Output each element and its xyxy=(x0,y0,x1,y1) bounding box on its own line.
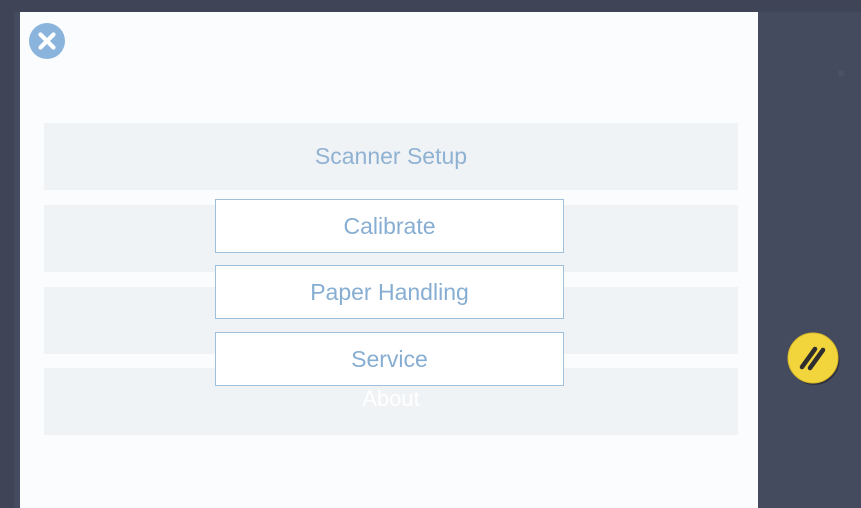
menu-item-label: Scanner Setup xyxy=(314,143,468,169)
calibrate-button[interactable]: Calibrate xyxy=(215,199,564,253)
settings-panel: Scanner Setup About Calibrate Paper Hand… xyxy=(20,12,758,508)
option-label: Paper Handling xyxy=(310,278,469,305)
app-screen: Scanner Setup About Calibrate Paper Hand… xyxy=(0,0,861,508)
menu-item-label: About xyxy=(362,385,420,411)
service-button[interactable]: Service xyxy=(215,332,564,386)
paper-handling-button[interactable]: Paper Handling xyxy=(215,265,564,319)
close-icon xyxy=(29,23,65,59)
top-edge xyxy=(0,0,861,12)
option-label: Service xyxy=(351,345,428,372)
pencil-icon xyxy=(787,332,840,385)
indicator-dot xyxy=(838,70,844,76)
close-button[interactable] xyxy=(28,22,66,60)
left-edge xyxy=(0,0,14,508)
menu-item-scanner-setup[interactable]: Scanner Setup xyxy=(44,123,738,190)
edit-button[interactable] xyxy=(785,330,841,386)
option-label: Calibrate xyxy=(343,212,436,239)
